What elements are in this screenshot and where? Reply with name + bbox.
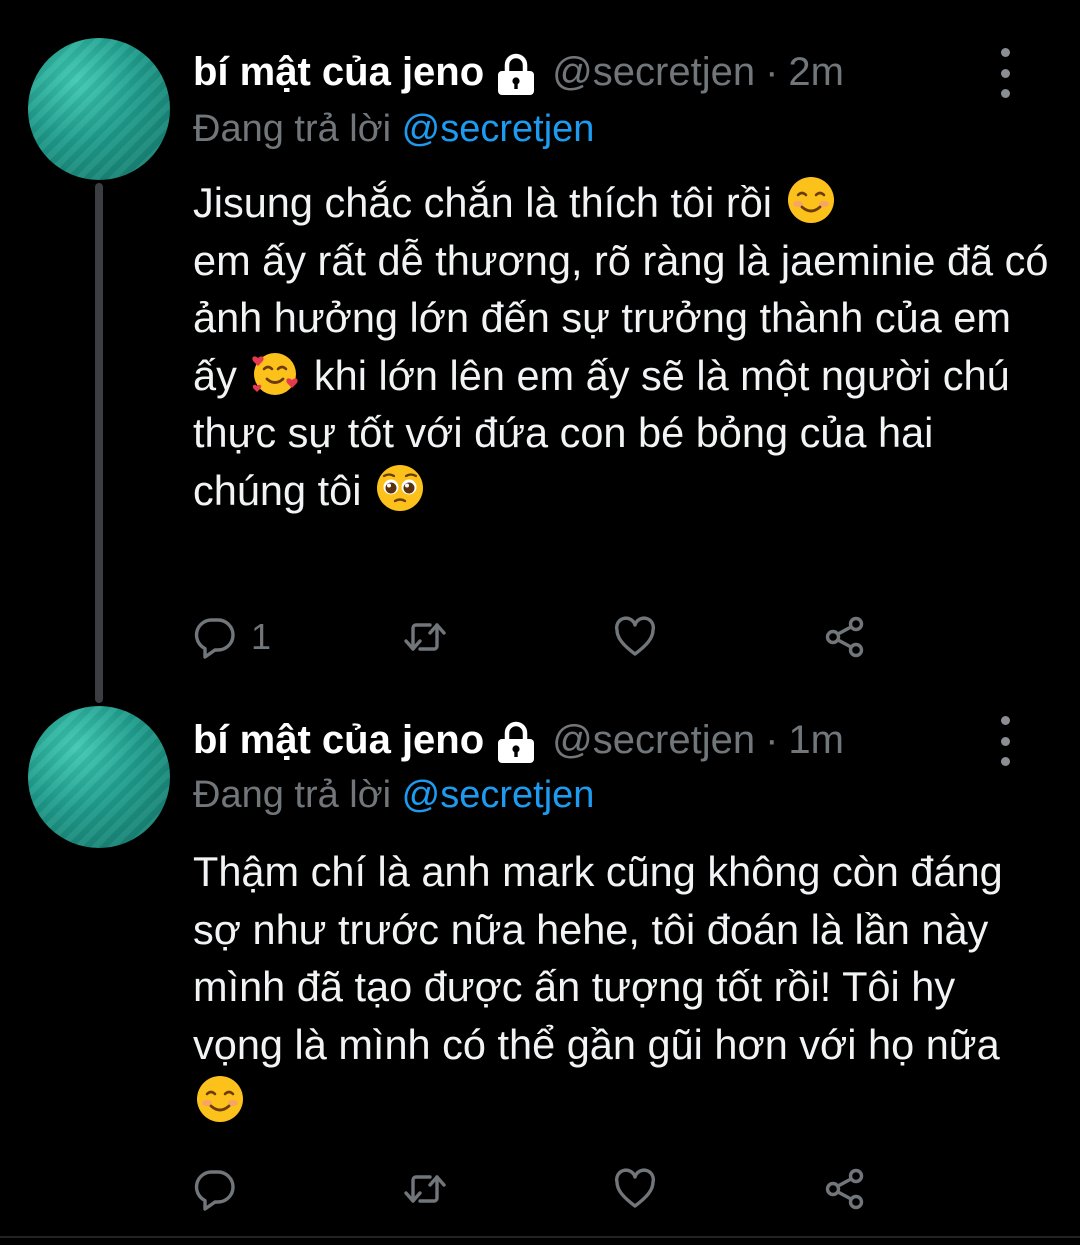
tweet-header: bí mật của jeno @secretjen · 2m <box>193 42 844 102</box>
avatar[interactable] <box>28 706 170 848</box>
tweet-actions <box>193 1164 893 1214</box>
more-icon[interactable] <box>990 716 1020 766</box>
pleading-face-emoji <box>375 463 425 513</box>
smiling-face-emoji <box>195 1074 245 1124</box>
display-name[interactable]: bí mật của jeno <box>193 718 484 763</box>
user-handle[interactable]: @secretjen <box>552 718 755 763</box>
timestamp[interactable]: 1m <box>788 718 844 763</box>
smiling-face-with-hearts-emoji <box>250 348 300 398</box>
share-icon <box>823 1167 867 1211</box>
retweet-button[interactable] <box>403 1164 447 1214</box>
like-button[interactable] <box>613 612 657 662</box>
like-icon <box>613 1167 657 1211</box>
tweet-header: bí mật của jeno @secretjen · 1m <box>193 710 844 770</box>
lock-icon <box>492 720 540 764</box>
lock-icon <box>492 52 540 96</box>
tweet-text-part-1: Jisung chắc chắn là thích tôi rồi <box>193 179 773 226</box>
reply-icon <box>193 1167 237 1211</box>
like-icon <box>613 615 657 659</box>
reply-icon <box>193 615 237 659</box>
share-button[interactable] <box>823 612 867 662</box>
more-icon[interactable] <box>990 48 1020 98</box>
smiling-face-emoji <box>786 175 836 225</box>
tweet-text: Jisung chắc chắn là thích tôi rồi em ấy … <box>193 174 1053 519</box>
replying-to: Đang trả lời @secretjen <box>193 774 594 817</box>
reply-button[interactable] <box>193 1164 251 1214</box>
replying-label: Đang trả lời <box>193 108 392 150</box>
mention-link[interactable]: @secretjen <box>402 774 595 816</box>
tweet-text: Thậm chí là anh mark cũng không còn đáng… <box>193 843 1023 1131</box>
tweet-text-part-1: Thậm chí là anh mark cũng không còn đáng… <box>193 848 1003 1068</box>
reply-count: 1 <box>251 616 272 657</box>
tweet-text-part-3: khi lớn lên em ấy sẽ là một người chú th… <box>193 351 1010 514</box>
separator-dot: · <box>765 717 779 762</box>
separator-dot: · <box>765 49 779 94</box>
mention-link[interactable]: @secretjen <box>402 108 595 150</box>
share-icon <box>823 615 867 659</box>
replying-to: Đang trả lời @secretjen <box>193 108 594 151</box>
reply-button[interactable]: 1 <box>193 612 271 662</box>
timestamp[interactable]: 2m <box>788 50 844 95</box>
replying-label: Đang trả lời <box>193 774 392 816</box>
display-name[interactable]: bí mật của jeno <box>193 50 484 95</box>
divider <box>0 1236 1080 1238</box>
retweet-icon <box>403 1167 447 1211</box>
like-button[interactable] <box>613 1164 657 1214</box>
thread-connector-line <box>95 183 103 703</box>
retweet-button[interactable] <box>403 612 447 662</box>
avatar[interactable] <box>28 38 170 180</box>
share-button[interactable] <box>823 1164 867 1214</box>
tweet-actions: 1 <box>193 612 893 662</box>
user-handle[interactable]: @secretjen <box>552 50 755 95</box>
retweet-icon <box>403 615 447 659</box>
